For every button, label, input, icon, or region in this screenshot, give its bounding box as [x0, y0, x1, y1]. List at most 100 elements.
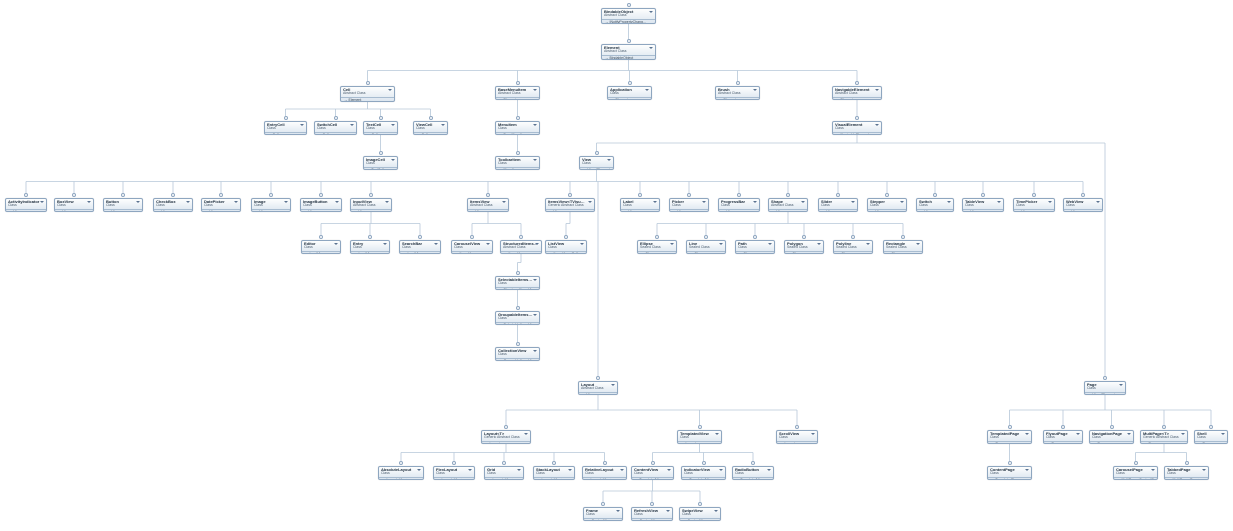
class-node-line[interactable]: LineSealed Class→ Shape	[686, 240, 726, 254]
class-node-radiobutton[interactable]: RadioButtonClass→ TemplatedView	[732, 466, 774, 480]
expand-chevron-icon[interactable]	[186, 200, 190, 204]
class-node-carouselpage[interactable]: CarouselPageClass→ MultiPage<ContentPa…	[1113, 466, 1158, 480]
class-node-relativelayout[interactable]: RelativeLayoutClass→ Layout<View>	[582, 466, 627, 480]
expand-chevron-icon[interactable]	[753, 200, 757, 204]
class-node-toolbaritem[interactable]: ToolbarItemClass→ MenuItem	[495, 156, 540, 170]
class-node-polyline[interactable]: PolylineSealed Class→ Shape	[833, 240, 873, 254]
class-node-selectableitems[interactable]: SelectableItems…Class→ StructuredItemsVi…	[495, 276, 540, 290]
expand-chevron-icon[interactable]	[383, 242, 387, 246]
expand-chevron-icon[interactable]	[715, 432, 719, 436]
expand-chevron-icon[interactable]	[653, 200, 657, 204]
expand-chevron-icon[interactable]	[1151, 468, 1155, 472]
class-node-inputview[interactable]: InputViewAbstract Class→ View	[350, 198, 392, 212]
expand-chevron-icon[interactable]	[517, 468, 521, 472]
expand-chevron-icon[interactable]	[468, 468, 472, 472]
class-node-structureditems[interactable]: StructuredItems…Abstract Class→ ItemsVie…	[500, 240, 542, 254]
expand-chevron-icon[interactable]	[607, 158, 611, 162]
expand-chevron-icon[interactable]	[524, 432, 528, 436]
class-node-entry[interactable]: EntryClass→ InputView	[350, 240, 390, 254]
expand-chevron-icon[interactable]	[334, 242, 338, 246]
expand-chevron-icon[interactable]	[350, 123, 354, 127]
class-node-rectangle[interactable]: RectangleSealed Class→ Shape	[883, 240, 923, 254]
class-node-progressbar[interactable]: ProgressBarClass→ View	[718, 198, 760, 212]
class-node-visualelement[interactable]: VisualElementClass→ NavigableElement	[832, 121, 882, 135]
class-node-webview[interactable]: WebViewClass→ View	[1063, 198, 1103, 212]
class-node-viewcell[interactable]: ViewCellClass→ Cell	[413, 121, 448, 135]
class-node-imagecell[interactable]: ImageCellClass→ TextCell	[363, 156, 398, 170]
class-node-stacklayout[interactable]: StackLayoutClass→ Layout<View>	[533, 466, 575, 480]
expand-chevron-icon[interactable]	[502, 200, 506, 204]
expand-chevron-icon[interactable]	[616, 509, 620, 513]
expand-chevron-icon[interactable]	[620, 468, 624, 472]
expand-chevron-icon[interactable]	[533, 158, 537, 162]
class-node-imagebutton[interactable]: ImageButtonClass→ View	[300, 198, 342, 212]
expand-chevron-icon[interactable]	[666, 509, 670, 513]
class-node-layout_t[interactable]: Layout<T>Generic Abstract Class→ Layout	[481, 430, 531, 444]
class-node-flexlayout[interactable]: FlexLayoutClass→ Layout<View>	[433, 466, 475, 480]
expand-chevron-icon[interactable]	[441, 123, 445, 127]
class-node-view[interactable]: ViewClass→ VisualElement	[579, 156, 614, 170]
expand-chevron-icon[interactable]	[284, 200, 288, 204]
class-node-switchcell[interactable]: SwitchCellClass→ Cell	[314, 121, 357, 135]
class-node-carouselview[interactable]: CarouselViewClass→ ItemsView	[451, 240, 493, 254]
expand-chevron-icon[interactable]	[580, 242, 584, 246]
expand-chevron-icon[interactable]	[533, 88, 537, 92]
expand-chevron-icon[interactable]	[533, 123, 537, 127]
class-node-templatedview[interactable]: TemplatedViewClass→ Layout	[677, 430, 722, 444]
expand-chevron-icon[interactable]	[900, 200, 904, 204]
class-node-slider[interactable]: SliderClass→ View	[818, 198, 858, 212]
class-node-ellipse[interactable]: EllipseSealed Class→ Shape	[637, 240, 677, 254]
expand-chevron-icon[interactable]	[588, 200, 592, 204]
expand-chevron-icon[interactable]	[649, 10, 653, 14]
expand-chevron-icon[interactable]	[947, 200, 951, 204]
class-node-page[interactable]: PageClass→ VisualElement	[1084, 381, 1126, 395]
class-node-swipeview[interactable]: SwipeViewClass→ ContentView	[679, 507, 721, 521]
expand-chevron-icon[interactable]	[1048, 200, 1052, 204]
expand-chevron-icon[interactable]	[753, 88, 757, 92]
expand-chevron-icon[interactable]	[434, 242, 438, 246]
expand-chevron-icon[interactable]	[811, 432, 815, 436]
class-node-cell[interactable]: CellAbstract Class→ Element	[340, 86, 395, 102]
expand-chevron-icon[interactable]	[866, 242, 870, 246]
class-node-boxview[interactable]: BoxViewClass→ View	[54, 198, 94, 212]
expand-chevron-icon[interactable]	[535, 242, 539, 246]
class-node-refreshview[interactable]: RefreshViewClass→ ContentView	[631, 507, 673, 521]
expand-chevron-icon[interactable]	[533, 313, 537, 317]
class-node-path[interactable]: PathClass→ Shape	[735, 240, 775, 254]
expand-chevron-icon[interactable]	[851, 200, 855, 204]
expand-chevron-icon[interactable]	[87, 200, 91, 204]
expand-chevron-icon[interactable]	[768, 242, 772, 246]
expand-chevron-icon[interactable]	[1025, 468, 1029, 472]
class-node-basemenuitem[interactable]: BaseMenuItemAbstract Class→ Element	[495, 86, 540, 100]
expand-chevron-icon[interactable]	[1181, 432, 1185, 436]
expand-chevron-icon[interactable]	[1096, 200, 1100, 204]
expand-chevron-icon[interactable]	[875, 123, 879, 127]
expand-chevron-icon[interactable]	[997, 200, 1001, 204]
expand-chevron-icon[interactable]	[714, 509, 718, 513]
class-node-element[interactable]: ElementAbstract Class→ BindableObject	[601, 44, 656, 60]
class-node-flyoutpage[interactable]: FlyoutPageClass→ Page	[1043, 430, 1083, 444]
class-node-brush[interactable]: BrushAbstract Class→ Element	[715, 86, 760, 100]
expand-chevron-icon[interactable]	[1202, 468, 1206, 472]
class-node-absolutelayout[interactable]: AbsoluteLayoutClass→ Layout<View>	[378, 466, 424, 480]
expand-chevron-icon[interactable]	[611, 383, 615, 387]
expand-chevron-icon[interactable]	[486, 242, 490, 246]
expand-chevron-icon[interactable]	[391, 158, 395, 162]
class-node-label[interactable]: LabelClass→ View	[620, 198, 660, 212]
class-node-picker[interactable]: PickerClass→ View	[669, 198, 709, 212]
expand-chevron-icon[interactable]	[136, 200, 140, 204]
class-node-menuitem[interactable]: MenuItemClass→ BaseMenuItem	[495, 121, 540, 135]
expand-chevron-icon[interactable]	[533, 349, 537, 353]
expand-chevron-icon[interactable]	[719, 242, 723, 246]
class-node-navigationpage[interactable]: NavigationPageClass→ Page	[1089, 430, 1134, 444]
class-node-shell[interactable]: ShellClass→ Page	[1194, 430, 1228, 444]
class-node-image[interactable]: ImageClass→ View	[251, 198, 291, 212]
class-node-polygon[interactable]: PolygonSealed Class→ Shape	[784, 240, 824, 254]
expand-chevron-icon[interactable]	[875, 88, 879, 92]
class-node-switch[interactable]: SwitchClass→ View	[916, 198, 954, 212]
class-node-bindableobject[interactable]: BindableObjectAbstract Class→ INotifyPro…	[601, 8, 656, 24]
class-node-tabbedpage[interactable]: TabbedPageClass→ MultiPage<Page>	[1164, 466, 1209, 480]
class-node-contentview[interactable]: ContentViewClass→ TemplatedView	[631, 466, 674, 480]
expand-chevron-icon[interactable]	[667, 468, 671, 472]
class-node-tableview[interactable]: TableViewClass→ View	[962, 198, 1004, 212]
